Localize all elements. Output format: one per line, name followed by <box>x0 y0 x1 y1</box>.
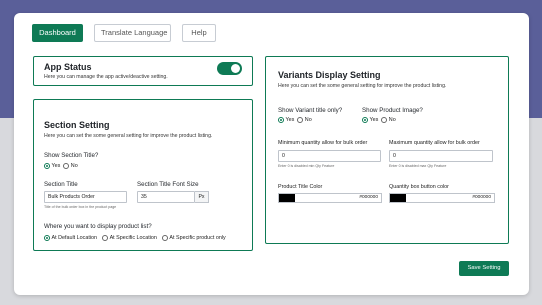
qty-button-color-value: #000000 <box>472 195 491 200</box>
show-variant-title-label: Show Variant title only? <box>278 107 343 114</box>
variant-radio-yes-label: Yes <box>285 117 295 123</box>
image-radio-no-label: No <box>388 117 396 123</box>
radio-yes[interactable]: Yes <box>44 163 60 169</box>
nav-translate-button[interactable]: Translate Language <box>94 24 171 42</box>
app-status-title: App Status <box>44 62 92 72</box>
radio-default-location-circle <box>44 235 50 241</box>
save-setting-button[interactable]: Save Setting <box>459 261 509 276</box>
image-radio-no[interactable]: No <box>381 117 396 123</box>
image-radio-yes[interactable]: Yes <box>362 117 378 123</box>
radio-yes-label: Yes <box>51 163 61 169</box>
settings-card: Dashboard Translate Language Help App St… <box>14 13 529 295</box>
variants-setting-subtitle: Here you can set the some general settin… <box>278 83 447 89</box>
radio-default-location[interactable]: At Default Location <box>44 235 97 241</box>
image-radio-no-circle <box>381 117 388 123</box>
variant-radio-no-label: No <box>304 117 312 123</box>
variants-setting-panel: Variants Display Setting Here you can se… <box>265 56 509 244</box>
variant-radio-no[interactable]: No <box>297 117 312 123</box>
font-size-input[interactable]: 35 <box>137 191 195 203</box>
section-setting-subtitle: Here you can set the some general settin… <box>44 133 213 139</box>
max-qty-input[interactable]: 0 <box>389 150 493 162</box>
show-section-title-radio-group: Yes No <box>44 163 78 169</box>
radio-no[interactable]: No <box>63 163 78 169</box>
product-title-color-picker[interactable]: #000000 <box>278 193 382 203</box>
max-qty-label: Maximum quantity allow for bulk order <box>389 140 480 146</box>
font-size-label: Section Title Font Size <box>137 181 199 188</box>
qty-button-color-picker[interactable]: #000000 <box>389 193 495 203</box>
section-setting-panel: Section Setting Here you can set the som… <box>33 99 253 251</box>
display-location-label: Where you want to display product list? <box>44 223 152 230</box>
top-nav: Dashboard Translate Language Help <box>32 24 216 42</box>
display-location-radio-group: At Default Location At Specific Location… <box>44 235 226 241</box>
radio-specific-product-label: At Specific product only <box>169 235 226 241</box>
app-status-toggle[interactable] <box>217 62 242 75</box>
section-title-input[interactable]: Bulk Products Order <box>44 191 127 203</box>
min-qty-input[interactable]: 0 <box>278 150 381 162</box>
nav-dashboard-button[interactable]: Dashboard <box>32 24 83 42</box>
radio-default-location-label: At Default Location <box>51 235 98 241</box>
product-title-color-swatch <box>279 194 295 202</box>
section-title-label: Section Title <box>44 181 78 188</box>
section-title-note: Title of the bulk order box in the produ… <box>44 205 117 209</box>
app-status-subtitle: Here you can manage the app active/deact… <box>44 74 168 80</box>
radio-specific-product-circle <box>161 235 168 241</box>
qty-button-color-label: Quantity box button color <box>389 184 449 190</box>
font-size-unit: Px <box>195 191 209 203</box>
section-setting-title: Section Setting <box>44 120 110 130</box>
product-title-color-value: #000000 <box>359 195 378 200</box>
show-product-image-label: Show Product Image? <box>362 107 423 114</box>
variant-radio-yes-circle <box>278 117 284 123</box>
radio-specific-location-label: At Specific Location <box>109 235 157 241</box>
min-qty-label: Minimum quantity allow for bulk order <box>278 140 368 146</box>
radio-no-circle <box>63 163 70 169</box>
variant-radio-no-circle <box>297 117 304 123</box>
nav-help-button[interactable]: Help <box>182 24 216 42</box>
radio-specific-location-circle <box>102 235 109 241</box>
radio-yes-circle <box>44 163 50 169</box>
toggle-knob <box>231 64 240 73</box>
max-qty-note: Enter 0 is disabled max Qty Feature <box>389 164 447 168</box>
show-section-title-label: Show Section Title? <box>44 152 99 159</box>
radio-specific-location[interactable]: At Specific Location <box>102 235 157 241</box>
variant-radio-yes[interactable]: Yes <box>278 117 294 123</box>
radio-no-label: No <box>70 163 78 169</box>
min-qty-note: Enter 0 is disabled min Qty Feature <box>278 164 335 168</box>
show-product-image-radio-group: Yes No <box>362 117 396 123</box>
variants-setting-title: Variants Display Setting <box>278 70 381 80</box>
qty-button-color-swatch <box>390 194 406 202</box>
radio-specific-product[interactable]: At Specific product only <box>161 235 226 241</box>
product-title-color-label: Product Title Color <box>278 184 323 190</box>
image-radio-yes-label: Yes <box>369 117 379 123</box>
show-variant-title-radio-group: Yes No <box>278 117 312 123</box>
app-status-panel: App Status Here you can manage the app a… <box>33 56 253 86</box>
image-radio-yes-circle <box>362 117 368 123</box>
